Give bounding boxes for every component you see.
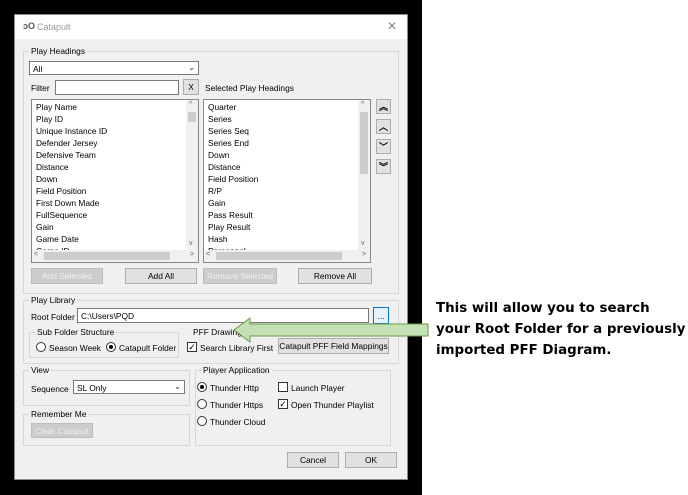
list-item[interactable]: Down <box>208 150 229 160</box>
sequence-value: SL Only <box>77 383 107 393</box>
close-icon[interactable]: ✕ <box>387 19 397 33</box>
scroll-right-icon[interactable]: > <box>190 251 194 258</box>
thunder-https-label: Thunder Https <box>210 400 264 410</box>
filter-input[interactable] <box>55 80 179 95</box>
season-week-radio[interactable] <box>36 342 46 352</box>
list-item[interactable]: Distance <box>208 162 241 172</box>
search-library-label: Search Library First <box>200 343 274 353</box>
vertical-scrollbar[interactable]: ^ v <box>358 100 370 250</box>
ok-button[interactable]: OK <box>345 452 397 468</box>
thunder-cloud-radio[interactable] <box>197 416 207 426</box>
list-item[interactable]: Game Date <box>36 234 79 244</box>
list-item[interactable]: Defender Jersey <box>36 138 97 148</box>
list-item[interactable]: Pass Result <box>208 210 253 220</box>
player-application-title: Player Application <box>201 365 272 375</box>
remove-selected-button[interactable]: Remove Selected <box>203 268 277 284</box>
double-chevron-up-icon: ︽ <box>378 102 388 112</box>
remember-me-title: Remember Me <box>29 409 89 419</box>
chevron-down-icon: ⌄ <box>174 382 181 391</box>
list-item[interactable]: Distance <box>36 162 69 172</box>
launch-player-checkbox[interactable] <box>278 382 288 392</box>
clear-filter-button[interactable]: X <box>183 79 199 95</box>
list-item[interactable]: Field Position <box>36 186 86 196</box>
combo-value: All <box>33 64 43 74</box>
scroll-left-icon[interactable]: < <box>34 251 38 258</box>
title-bar: ↄO Catapult ✕ <box>15 15 407 39</box>
catapult-logo-icon: ↄO <box>23 21 36 31</box>
chevron-down-icon: ﹀ <box>378 142 388 152</box>
view-title: View <box>29 365 52 375</box>
list-item[interactable]: Down <box>36 174 57 184</box>
scroll-thumb-h[interactable] <box>44 252 170 260</box>
annotation-text: This will allow you to search your Root … <box>436 301 686 358</box>
headings-filter-combo[interactable]: All ⌄ <box>29 61 199 75</box>
scroll-left-icon[interactable]: < <box>206 251 210 258</box>
list-item[interactable]: Series End <box>208 138 249 148</box>
scroll-thumb-h[interactable] <box>216 252 342 260</box>
scroll-up-icon[interactable]: ^ <box>361 101 364 108</box>
list-item[interactable]: FullSequence <box>36 210 87 220</box>
scroll-right-icon[interactable]: > <box>362 251 366 258</box>
thunder-http-radio[interactable] <box>197 382 207 392</box>
chevron-up-icon: ︿ <box>378 122 388 132</box>
search-library-checkbox[interactable]: ✓ <box>187 342 197 352</box>
selected-headings-list[interactable]: Quarter Series Series Seq Series End Down Dis… <box>203 99 371 263</box>
scroll-thumb[interactable] <box>360 112 368 174</box>
list-item[interactable]: Quarter <box>208 102 236 112</box>
horizontal-scrollbar[interactable]: < > <box>32 250 198 262</box>
catapult-folder-label: Catapult Folder <box>119 343 177 353</box>
list-item[interactable]: Defensive Team <box>36 150 96 160</box>
list-item[interactable]: Field Position <box>208 174 258 184</box>
thunder-cloud-label: Thunder Cloud <box>210 417 266 427</box>
list-item[interactable]: Series <box>208 114 232 124</box>
double-chevron-down-icon: ︾ <box>378 162 388 172</box>
list-item[interactable]: Play Name <box>36 102 77 112</box>
move-down-button[interactable]: ﹀ <box>376 139 391 154</box>
window-title: Catapult <box>37 22 71 32</box>
scroll-thumb[interactable] <box>188 112 196 122</box>
thunder-http-label: Thunder Http <box>210 383 259 393</box>
sequence-label: Sequence <box>31 384 69 394</box>
filter-label: Filter <box>31 83 50 93</box>
selected-headings-label: Selected Play Headings <box>205 83 294 93</box>
add-all-button[interactable]: Add All <box>125 268 197 284</box>
available-headings-list[interactable]: Play Name Play ID Unique Instance ID Defend… <box>31 99 199 263</box>
clear-catapult-button[interactable]: Clear Catapult <box>31 423 93 438</box>
list-item[interactable]: R/P <box>208 186 222 196</box>
move-up-button[interactable]: ︿ <box>376 119 391 134</box>
list-item[interactable]: First Down Made <box>36 198 99 208</box>
list-item[interactable]: Hash <box>208 234 228 244</box>
scroll-down-icon[interactable]: v <box>361 240 365 247</box>
list-item[interactable]: Play Result <box>208 222 250 232</box>
play-headings-title: Play Headings <box>29 46 88 56</box>
root-folder-label: Root Folder <box>31 312 75 322</box>
catapult-dialog: ↄO Catapult ✕ Play Headings All ⌄ Filter… <box>14 14 408 480</box>
list-item[interactable]: Play ID <box>36 114 63 124</box>
scroll-down-icon[interactable]: v <box>189 240 193 247</box>
open-playlist-label: Open Thunder Playlist <box>291 400 374 410</box>
subfolder-structure-title: Sub Folder Structure <box>35 327 117 337</box>
catapult-folder-radio[interactable] <box>106 342 116 352</box>
add-selected-button[interactable]: Add Selected <box>31 268 103 284</box>
remove-all-button[interactable]: Remove All <box>298 268 372 284</box>
open-playlist-checkbox[interactable]: ✓ <box>278 399 288 409</box>
horizontal-scrollbar[interactable]: < > <box>204 250 370 262</box>
vertical-scrollbar[interactable]: ^ v <box>186 100 198 250</box>
move-bottom-button[interactable]: ︾ <box>376 159 391 174</box>
move-top-button[interactable]: ︽ <box>376 99 391 114</box>
scroll-up-icon[interactable]: ^ <box>189 101 192 108</box>
list-item[interactable]: Series Seq <box>208 126 249 136</box>
thunder-https-radio[interactable] <box>197 399 207 409</box>
list-item[interactable]: Gain <box>208 198 226 208</box>
launch-player-label: Launch Player <box>291 383 345 393</box>
list-item[interactable]: Unique Instance ID <box>36 126 107 136</box>
callout-arrow <box>233 317 429 343</box>
chevron-down-icon: ⌄ <box>188 63 195 72</box>
play-library-title: Play Library <box>29 295 78 305</box>
sequence-combo[interactable]: SL Only ⌄ <box>73 380 185 394</box>
season-week-label: Season Week <box>49 343 101 353</box>
cancel-button[interactable]: Cancel <box>287 452 339 468</box>
list-item[interactable]: Gain <box>36 222 54 232</box>
